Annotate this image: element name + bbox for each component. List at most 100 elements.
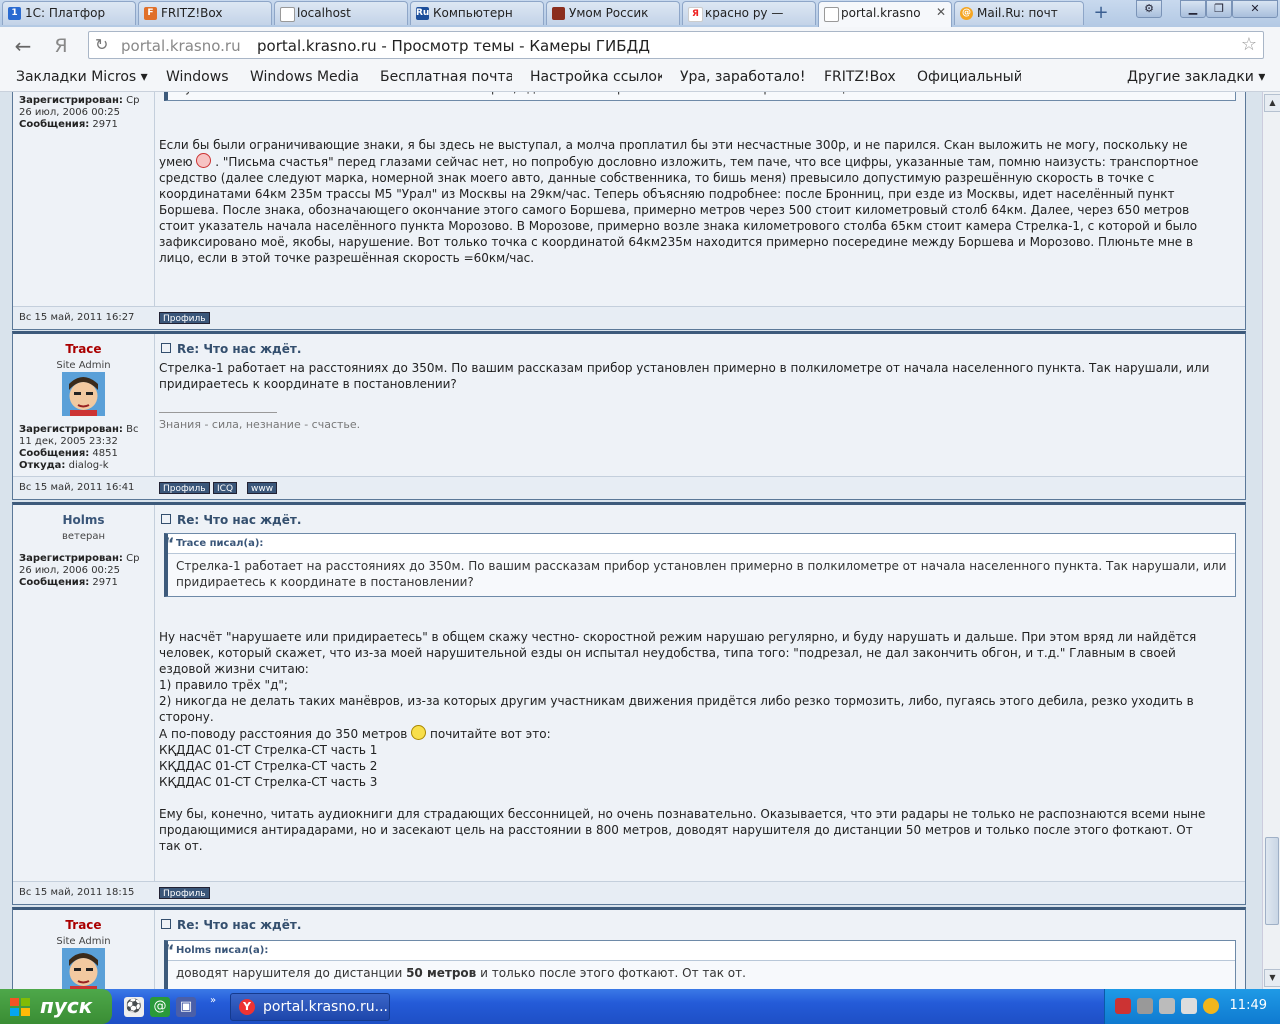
- post-author: Зарегистрирован: Ср 26 июл, 2006 00:25 С…: [13, 92, 155, 307]
- network-icon[interactable]: [1115, 998, 1131, 1014]
- bookmark-official[interactable]: Официальный сай: [917, 69, 1021, 85]
- address-host: portal.krasno.ru: [121, 37, 241, 55]
- post-footer: Вс 15 май, 2011 18:15 Профиль: [13, 881, 1245, 904]
- page-icon: [280, 7, 295, 22]
- quote-block: “Trace писал(а): Стрелка-1 работает на р…: [164, 533, 1236, 597]
- signature-divider: [159, 412, 277, 413]
- close-window-button[interactable]: ✕: [1232, 0, 1278, 18]
- post-body: Ну насчёт "нарушаете или придираетесь" в…: [159, 630, 1206, 853]
- quote-mark-icon: “: [164, 534, 175, 553]
- author-name[interactable]: Holms: [13, 513, 154, 527]
- author-name[interactable]: Trace: [13, 918, 154, 932]
- post-icon: [161, 343, 171, 353]
- taskbar: пуск ⚽ @ ▣ » Yportal.krasno.ru... 11:49: [0, 989, 1280, 1024]
- start-button[interactable]: пуск: [0, 989, 112, 1024]
- author-name[interactable]: Trace: [13, 342, 154, 356]
- quicklaunch-mail-icon[interactable]: @: [150, 997, 170, 1017]
- bookmark-fritzbox[interactable]: FRITZ!Box: [824, 69, 896, 85]
- scroll-down-icon[interactable]: ▼: [1264, 969, 1280, 987]
- avatar: [62, 948, 105, 989]
- page-icon: [552, 7, 565, 20]
- address-bar[interactable]: ↻ portal.krasno.ru portal.krasno.ru - Пр…: [88, 31, 1264, 59]
- bookmark-windows-media[interactable]: Windows Media: [250, 69, 359, 85]
- minimize-button[interactable]: ▁: [1180, 0, 1206, 18]
- yandex-browser-icon: Y: [239, 999, 255, 1015]
- tab-computer[interactable]: Ru Компьютерн: [410, 1, 544, 25]
- info-icon[interactable]: [1203, 998, 1219, 1014]
- bookmark-settings[interactable]: Настройка ссылок: [530, 69, 662, 85]
- close-tab-icon[interactable]: ✕: [936, 5, 946, 19]
- scroll-thumb[interactable]: [1265, 837, 1279, 925]
- quote-text: Стрелка-1 работает на расстояниях до 350…: [176, 559, 1227, 589]
- tab-strip: 1 1С: Платфор F FRITZ!Box localhost Ru Комп…: [0, 0, 1280, 27]
- windows-flag-icon: [10, 998, 30, 1016]
- 1c-icon: 1: [8, 7, 21, 20]
- yandex-button[interactable]: Я: [48, 33, 74, 59]
- bookmarks-bar: Закладки Micros ▾ Windows Windows Media …: [0, 64, 1280, 92]
- quicklaunch-save-icon[interactable]: ▣: [176, 997, 196, 1017]
- post-author: Holms ветеран Зарегистрирован: Ср 26 июл…: [13, 505, 155, 882]
- signature: Знания - сила, незнание - счастье.: [159, 418, 361, 431]
- post-body: Если бы были ограничивающие знаки, я бы …: [159, 138, 1199, 265]
- tab-fritzbox[interactable]: F FRITZ!Box: [138, 1, 272, 25]
- mailru-icon: @: [960, 7, 973, 20]
- volume-icon[interactable]: [1159, 998, 1175, 1014]
- post-title[interactable]: Re: Что нас ждёт.: [161, 918, 301, 932]
- page-content: Зарегистрирован: Ср 26 июл, 2006 00:25 С…: [0, 92, 1262, 989]
- post-date: Вс 15 май, 2011 16:41: [19, 482, 135, 493]
- star-icon[interactable]: ☆: [1241, 34, 1257, 55]
- bookmark-hooray[interactable]: Ура, заработало!: [680, 69, 805, 85]
- tab-krasno-yandex[interactable]: Якрасно ру —: [682, 1, 816, 25]
- taskbar-browser-button[interactable]: Yportal.krasno.ru...: [230, 993, 390, 1021]
- quote-block: “Holms писал(а): доводят нарушителя до д…: [164, 940, 1236, 989]
- post-icon: [161, 919, 171, 929]
- author-rank: Site Admin: [56, 936, 111, 947]
- forum-post: Зарегистрирован: Ср 26 июл, 2006 00:25 С…: [12, 92, 1246, 330]
- post-title[interactable]: Re: Что нас ждёт.: [161, 342, 301, 356]
- quote-text: доводят нарушителя до дистанции 50 метро…: [176, 966, 746, 980]
- bookmark-free-mail[interactable]: Бесплатная почта: [380, 69, 512, 85]
- reload-icon[interactable]: ↻: [95, 35, 108, 54]
- tab-mailru[interactable]: @ Mail.Ru: почт: [954, 1, 1084, 25]
- device-icon[interactable]: [1181, 998, 1197, 1014]
- tab-portal-active[interactable]: portal.krasno ✕: [818, 1, 952, 27]
- new-tab-button[interactable]: +: [1088, 2, 1114, 24]
- post-footer: Вс 15 май, 2011 16:41 Профиль ICQ www: [13, 476, 1245, 499]
- profile-button[interactable]: Профиль: [159, 482, 210, 494]
- icq-button[interactable]: ICQ: [213, 482, 238, 494]
- post-date: Вс 15 май, 2011 16:27: [19, 312, 135, 323]
- clock: 11:49: [1229, 998, 1267, 1013]
- post-icon: [161, 514, 171, 524]
- scroll-up-icon[interactable]: ▲: [1264, 94, 1280, 112]
- bookmark-microsoft[interactable]: Закладки Micros ▾: [16, 69, 150, 85]
- post-body: Стрелка-1 работает на расстояниях до 350…: [159, 361, 1210, 391]
- author-rank: Site Admin: [56, 360, 111, 371]
- bookmark-other[interactable]: Другие закладки ▾: [1127, 69, 1265, 85]
- quicklaunch-more-icon[interactable]: »: [210, 995, 216, 1006]
- vertical-scrollbar[interactable]: ▲ ▼: [1262, 92, 1280, 989]
- profile-button[interactable]: Профиль: [159, 312, 210, 324]
- ru-icon: Ru: [416, 7, 430, 20]
- tab-umom[interactable]: Умом Россик: [546, 1, 680, 25]
- bookmark-windows[interactable]: Windows: [166, 69, 229, 85]
- avatar: [62, 372, 105, 416]
- www-button[interactable]: www: [247, 482, 278, 494]
- forum-post: Trace Site Admin Re: Что нас ждёт. “Holm…: [12, 907, 1246, 989]
- system-tray: 11:49: [1104, 989, 1280, 1024]
- settings-icon[interactable]: ⚙: [1136, 0, 1162, 18]
- author-info: Зарегистрирован: Вс 11 дек, 2005 23:32 С…: [19, 424, 139, 471]
- profile-button[interactable]: Профиль: [159, 887, 210, 899]
- back-button[interactable]: ←: [10, 33, 36, 59]
- quicklaunch-soccer-icon[interactable]: ⚽: [124, 997, 144, 1017]
- post-footer: Вс 15 май, 2011 16:27 Профиль: [13, 306, 1245, 329]
- forum-post: Trace Site Admin Зарегистрирован: Вс 11 …: [12, 331, 1246, 500]
- tab-localhost[interactable]: localhost: [274, 1, 408, 25]
- quote-block: Ну так выложите скан или покажите место …: [164, 92, 1236, 101]
- antivirus-icon[interactable]: [1137, 998, 1153, 1014]
- laughing-smiley-icon: [411, 725, 427, 740]
- maximize-button[interactable]: ❐: [1206, 0, 1232, 18]
- author-info: Зарегистрирован: Ср 26 июл, 2006 00:25 С…: [19, 553, 140, 588]
- post-title[interactable]: Re: Что нас ждёт.: [161, 513, 301, 527]
- tab-1c[interactable]: 1 1С: Платфор: [2, 1, 136, 25]
- sad-smiley-icon: [196, 153, 212, 168]
